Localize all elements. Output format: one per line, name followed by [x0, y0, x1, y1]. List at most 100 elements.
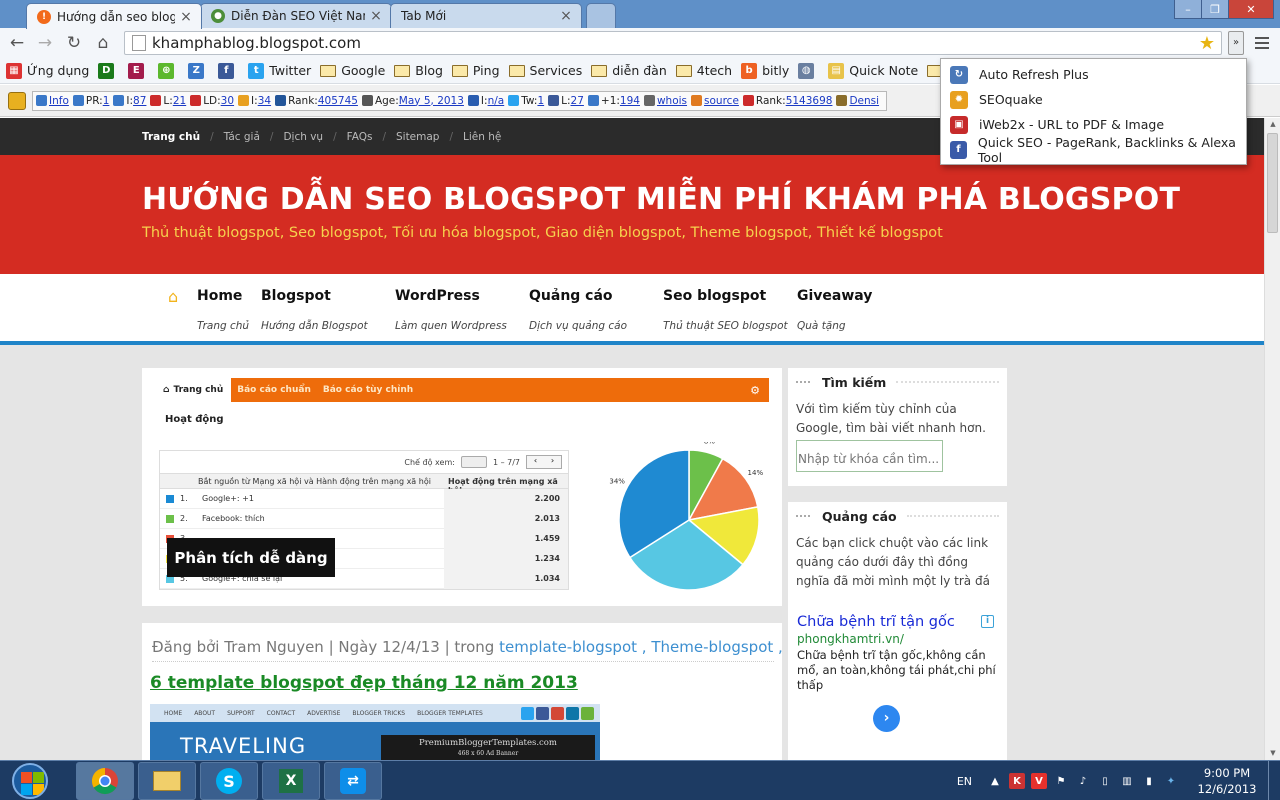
seo-param[interactable]: I: n/a: [467, 95, 505, 107]
seo-param[interactable]: L: 27: [548, 95, 584, 107]
tray-expand-icon[interactable]: ▲: [987, 773, 1003, 789]
post-thumbnail[interactable]: HOME ABOUT SUPPORT CONTACT ADVERTISE BLOGGER …: [150, 704, 600, 760]
bookmark-4tech[interactable]: 4tech: [675, 63, 732, 78]
tray-volume-icon[interactable]: ♪: [1075, 773, 1091, 789]
bookmark-star-icon[interactable]: ★: [1199, 33, 1215, 54]
seo-param[interactable]: L: 21: [150, 95, 186, 107]
tab-close-icon[interactable]: ×: [559, 9, 573, 23]
tab-close-icon[interactable]: ×: [369, 9, 383, 23]
tray-power-icon[interactable]: ▮: [1141, 773, 1157, 789]
seo-param[interactable]: Age: May 5, 2013: [361, 95, 464, 107]
taskbar-chrome[interactable]: [76, 762, 134, 800]
bookmark-google[interactable]: Google: [320, 63, 385, 78]
show-desktop-button[interactable]: [1268, 761, 1280, 800]
bookmark-diễn-đàn[interactable]: diễn đàn: [591, 63, 667, 78]
seo-param-value[interactable]: 21: [173, 95, 186, 107]
start-button[interactable]: [6, 762, 54, 800]
seo-param-value[interactable]: 30: [221, 95, 234, 107]
bookmark-blog[interactable]: Blog: [394, 63, 443, 78]
bookmark-icon-1[interactable]: D: [98, 62, 119, 79]
category-link[interactable]: Theme-blogspot: [651, 638, 773, 656]
seo-param-value[interactable]: May 5, 2013: [399, 95, 464, 107]
clock[interactable]: 9:00 PM 12/6/2013: [1192, 765, 1262, 797]
tray-flag-icon[interactable]: ⚑: [1053, 773, 1069, 789]
bookmark-icon-14[interactable]: ◍: [798, 62, 819, 79]
taskbar-skype[interactable]: S: [200, 762, 258, 800]
scrollbar-thumb[interactable]: [1267, 133, 1278, 233]
seo-param-value[interactable]: 5143698: [786, 95, 833, 107]
ad-url[interactable]: phongkhamtri.vn/: [797, 632, 997, 646]
seo-param-value[interactable]: whois: [657, 95, 687, 107]
bookmark-icon-5[interactable]: f: [218, 62, 239, 79]
seo-param[interactable]: Info: [36, 95, 69, 107]
topnav-item[interactable]: Sitemap: [396, 131, 440, 143]
seo-param[interactable]: PR: 1: [72, 95, 110, 107]
menu-item-home[interactable]: Home Trang chủ: [197, 288, 249, 332]
seo-param-value[interactable]: 27: [571, 95, 584, 107]
seo-param[interactable]: Tw: 1: [508, 95, 544, 107]
site-title[interactable]: HƯỚNG DẪN SEO BLOGSPOT MIỄN PHÍ KHÁM PHÁ…: [142, 182, 1180, 217]
extension-item[interactable]: ↻ Auto Refresh Plus: [941, 62, 1246, 87]
seo-param[interactable]: Rank: 405745: [275, 95, 358, 107]
seo-info-link[interactable]: Info: [49, 95, 69, 107]
url-text[interactable]: khamphablog.blogspot.com: [152, 34, 361, 52]
reload-icon[interactable]: ↻: [63, 32, 85, 54]
seo-param-value[interactable]: source: [704, 95, 739, 107]
seo-param[interactable]: I: 34: [238, 95, 271, 107]
tray-device-icon[interactable]: ▯: [1097, 773, 1113, 789]
bookmark-twitter[interactable]: t Twitter: [248, 62, 311, 79]
maximize-button[interactable]: ❐: [1201, 0, 1229, 19]
menu-item-seo-blogspot[interactable]: Seo blogspot Thủ thuật SEO blogspot: [663, 288, 788, 332]
ad-go-arrow-icon[interactable]: ›: [873, 705, 900, 732]
seo-param[interactable]: Densi: [836, 95, 879, 107]
seo-param-value[interactable]: n/a: [488, 95, 505, 107]
seo-param-value[interactable]: 194: [620, 95, 640, 107]
bookmark-quick-note[interactable]: ▤ Quick Note: [828, 62, 918, 79]
bookmark-bitly[interactable]: b bitly: [741, 62, 789, 79]
extension-item[interactable]: ▣ iWeb2x - URL to PDF & Image: [941, 112, 1246, 137]
ad-headline[interactable]: Chữa bệnh trĩ tận gốc: [797, 614, 997, 630]
topnav-item[interactable]: Dịch vụ: [283, 131, 323, 143]
bookmark-icon-2[interactable]: E: [128, 62, 149, 79]
language-indicator[interactable]: EN: [957, 775, 972, 788]
home-menu-icon[interactable]: ⌂: [168, 289, 184, 305]
tray-dropbox-icon[interactable]: ✦: [1163, 773, 1179, 789]
forward-icon[interactable]: →: [34, 32, 56, 54]
page-scrollbar[interactable]: ▲ ▼: [1264, 118, 1280, 760]
menu-item-quảng-cáo[interactable]: Quảng cáo Dịch vụ quảng cáo: [529, 288, 627, 332]
menu-item-giveaway[interactable]: Giveaway Quà tặng: [797, 288, 872, 332]
taskbar-explorer[interactable]: [138, 762, 196, 800]
seo-param-value[interactable]: 1: [537, 95, 544, 107]
tab-close-icon[interactable]: ×: [179, 10, 193, 24]
bookmark-icon-3[interactable]: ⊕: [158, 62, 179, 79]
seo-param-value[interactable]: 405745: [318, 95, 358, 107]
extension-item[interactable]: ✹ SEOquake: [941, 87, 1246, 112]
seo-param[interactable]: whois: [643, 95, 687, 107]
seo-param[interactable]: +1: 194: [587, 95, 640, 107]
close-button[interactable]: ✕: [1228, 0, 1274, 19]
back-icon[interactable]: ←: [6, 32, 28, 54]
ad-unit[interactable]: Chữa bệnh trĩ tận gốc phongkhamtri.vn/ C…: [797, 614, 997, 693]
bookmark-ping[interactable]: Ping: [451, 63, 500, 78]
seo-param[interactable]: I: 87: [113, 95, 146, 107]
extensions-overflow-button[interactable]: »: [1228, 31, 1244, 55]
tab-dien-dan-seo[interactable]: ● Diễn Đàn SEO Việt Nam - l ×: [200, 3, 392, 28]
minimize-button[interactable]: –: [1174, 0, 1202, 19]
post-title[interactable]: 6 template blogspot đẹp tháng 12 năm 201…: [150, 673, 578, 693]
slider-caption[interactable]: Phân tích dễ dàng: [167, 538, 335, 577]
tray-app-icon[interactable]: K: [1009, 773, 1025, 789]
seo-param[interactable]: Rank: 5143698: [742, 95, 833, 107]
seo-param-value[interactable]: 1: [103, 95, 110, 107]
seo-param-value[interactable]: 34: [258, 95, 271, 107]
seo-param[interactable]: LD: 30: [190, 95, 234, 107]
menu-item-wordpress[interactable]: WordPress Làm quen Wordpress: [395, 288, 507, 332]
topnav-item[interactable]: Liên hệ: [463, 131, 501, 143]
search-input[interactable]: [796, 440, 943, 472]
menu-item-blogspot[interactable]: Blogspot Hướng dẫn Blogspot: [261, 288, 368, 332]
seoquake-logo-icon[interactable]: [8, 91, 26, 110]
tab-new[interactable]: Tab Mới ×: [390, 3, 582, 28]
topnav-item[interactable]: FAQs: [347, 131, 373, 143]
topnav-item[interactable]: Trang chủ: [142, 131, 200, 143]
seo-param[interactable]: source: [691, 95, 739, 107]
bookmark-services[interactable]: Services: [508, 63, 582, 78]
